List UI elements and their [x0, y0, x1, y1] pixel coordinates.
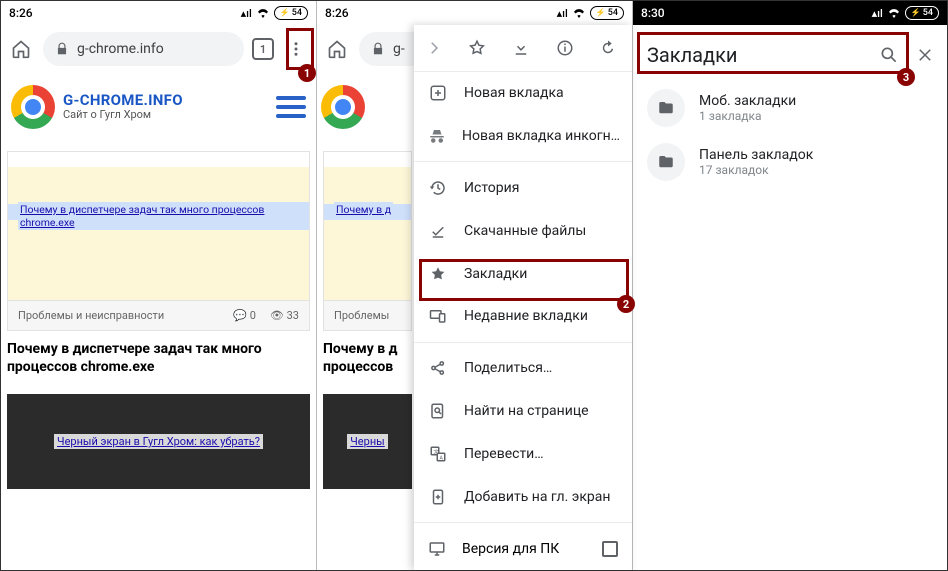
home-icon[interactable]	[323, 35, 351, 63]
menu-add-home[interactable]: Добавить на гл. экран	[414, 475, 632, 518]
history-icon	[428, 178, 448, 198]
menu-incognito[interactable]: Новая вкладка инкогн…	[414, 115, 632, 158]
menu-history[interactable]: История	[414, 166, 632, 209]
pane-step3: 8:30 ▴ıl 54 Закладки 3 Моб. закладки 1 з…	[633, 1, 947, 570]
folder-icon	[647, 89, 685, 127]
battery-icon: 54	[274, 6, 308, 20]
article-category: Проблемы и неисправности	[18, 309, 164, 322]
signal-icon: ▴ıl	[241, 7, 252, 20]
thumbnail-caption: Почему в диспетчере задач так много проц…	[18, 202, 309, 230]
lock-icon	[371, 42, 385, 56]
url-text: g-chrome.info	[77, 41, 164, 57]
signal-icon: ▴ıl	[557, 7, 568, 20]
menu-translate[interactable]: 文A Перевести…	[414, 432, 632, 475]
monitor-icon	[428, 540, 446, 558]
menu-find[interactable]: Найти на странице	[414, 390, 632, 433]
views-icon: 👁 33	[270, 309, 299, 322]
site-menu-icon[interactable]	[276, 96, 306, 118]
share-icon	[428, 358, 448, 378]
battery-icon: 54	[905, 6, 939, 20]
article2-thumbnail: Черный экран в Гугл Хром: как убрать?	[7, 394, 310, 489]
site-title: G-CHROME.INFO	[63, 92, 183, 109]
find-icon	[428, 401, 448, 421]
thumbnail2-caption: Черный экран в Гугл Хром: как убрать?	[54, 434, 263, 449]
battery-icon: 54	[590, 6, 624, 20]
close-icon[interactable]	[911, 41, 939, 69]
menu-downloads[interactable]: Скачанные файлы	[414, 209, 632, 252]
article-title[interactable]: Почему в диспетчере задач так много проц…	[1, 331, 316, 376]
translate-icon: 文A	[428, 444, 448, 464]
devices-icon	[428, 306, 448, 326]
status-bar: 8:26 ▴ıl 54	[1, 1, 316, 25]
wifi-icon	[887, 8, 901, 18]
status-icons: ▴ıl 54	[557, 6, 624, 20]
article-thumbnail: Почему в диспетчере задач так много проц…	[7, 151, 310, 301]
bookmark-folder[interactable]: Моб. закладки 1 закладка	[633, 81, 947, 135]
incognito-icon	[428, 126, 446, 146]
status-icons: ▴ıl 54	[241, 6, 308, 20]
site-header: G-CHROME.INFO Сайт о Гугл Хром	[1, 73, 316, 141]
pane-step2: 8:26 ▴ıl 54 g- Почему в д Проблемы Поче	[317, 1, 633, 570]
annotation-badge-1: 1	[298, 64, 316, 82]
annotation-box-3	[637, 32, 909, 74]
folder-subtitle: 1 закладка	[699, 109, 796, 123]
url-bar[interactable]: g-chrome.info	[43, 32, 244, 66]
chrome-logo-icon	[321, 85, 365, 129]
plus-box-icon	[428, 83, 448, 103]
download-done-icon	[428, 221, 448, 241]
star-icon[interactable]	[468, 39, 490, 57]
menu-toolbar	[414, 25, 632, 72]
article-card-2[interactable]: Черный экран в Гугл Хром: как убрать?	[7, 394, 310, 489]
wifi-icon	[572, 8, 586, 18]
wifi-icon	[256, 8, 270, 18]
page-behind-menu: Почему в д Проблемы Почему в д процессов…	[317, 73, 414, 570]
forward-icon[interactable]	[425, 39, 447, 57]
reload-icon[interactable]	[599, 39, 621, 57]
info-icon[interactable]	[556, 39, 578, 57]
article-card[interactable]: Почему в диспетчере задач так много проц…	[7, 151, 310, 331]
status-time: 8:30	[641, 6, 665, 20]
pane-step1: 8:26 ▴ıl 54 g-chrome.info 1 1	[1, 1, 317, 570]
download-icon[interactable]	[512, 39, 534, 57]
signal-icon: ▴ıl	[872, 7, 883, 20]
status-bar: 8:30 ▴ıl 54	[633, 1, 947, 25]
url-text: g-	[393, 41, 405, 57]
menu-recent-tabs[interactable]: Недавние вкладки	[414, 295, 632, 338]
add-home-icon	[428, 487, 448, 507]
status-time: 8:26	[325, 6, 349, 20]
annotation-badge-2: 2	[617, 295, 635, 313]
chrome-toolbar: g-chrome.info 1	[1, 25, 316, 73]
svg-text:A: A	[440, 455, 444, 461]
folder-title: Моб. закладки	[699, 93, 796, 109]
chrome-logo-icon	[11, 85, 55, 129]
tab-switcher[interactable]: 1	[252, 38, 274, 60]
folder-subtitle: 17 закладок	[699, 163, 813, 177]
status-time: 8:26	[9, 6, 33, 20]
status-icons: ▴ıl 54	[872, 6, 939, 20]
annotation-box-2	[419, 259, 629, 301]
home-icon[interactable]	[7, 35, 35, 63]
folder-title: Панель закладок	[699, 147, 813, 163]
site-logo[interactable]: G-CHROME.INFO Сайт о Гугл Хром	[11, 85, 183, 129]
desktop-checkbox[interactable]	[602, 541, 618, 557]
menu-new-tab[interactable]: Новая вкладка	[414, 72, 632, 115]
folder-icon	[647, 143, 685, 181]
comments-icon: 💬 0	[233, 309, 256, 322]
article-meta: Проблемы и неисправности 💬 0 👁 33	[7, 301, 310, 331]
annotation-badge-3: 3	[897, 68, 915, 86]
site-subtitle: Сайт о Гугл Хром	[63, 109, 183, 122]
menu-share[interactable]: Поделиться…	[414, 347, 632, 390]
lock-icon	[55, 42, 69, 56]
bookmark-folder[interactable]: Панель закладок 17 закладок	[633, 135, 947, 189]
menu-desktop-site[interactable]: Версия для ПК	[414, 527, 632, 570]
status-bar: 8:26 ▴ıl 54	[317, 1, 632, 25]
